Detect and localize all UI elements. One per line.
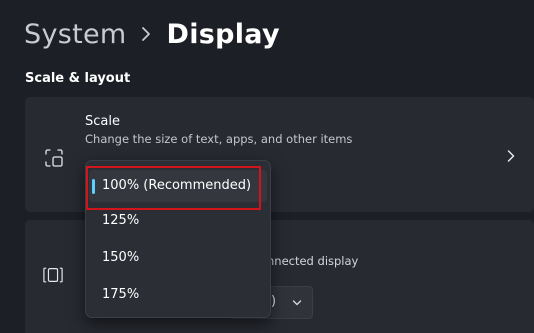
scale-title: Scale [85,114,120,129]
chevron-right-icon[interactable] [506,149,516,163]
chevron-right-icon [142,27,151,41]
scale-icon [45,149,63,167]
multiple-displays-icon [43,267,63,283]
scale-option-150[interactable]: 150% [86,242,272,274]
multiple-displays-description: nnected display [267,254,359,268]
scale-option-175[interactable]: 175% [86,279,272,311]
scale-option-label: 150% [102,250,140,265]
page-title: Display [166,18,280,50]
scale-description: Change the size of text, apps, and other… [85,132,353,146]
highlight-annotation-box [86,166,261,210]
scale-option-label: 125% [102,213,140,228]
chevron-down-icon [292,300,302,306]
section-header-scale-layout: Scale & layout [25,71,131,86]
breadcrumb-system-link[interactable]: System [24,19,126,50]
scale-option-label: 175% [102,287,140,302]
breadcrumb: System Display [24,14,280,54]
